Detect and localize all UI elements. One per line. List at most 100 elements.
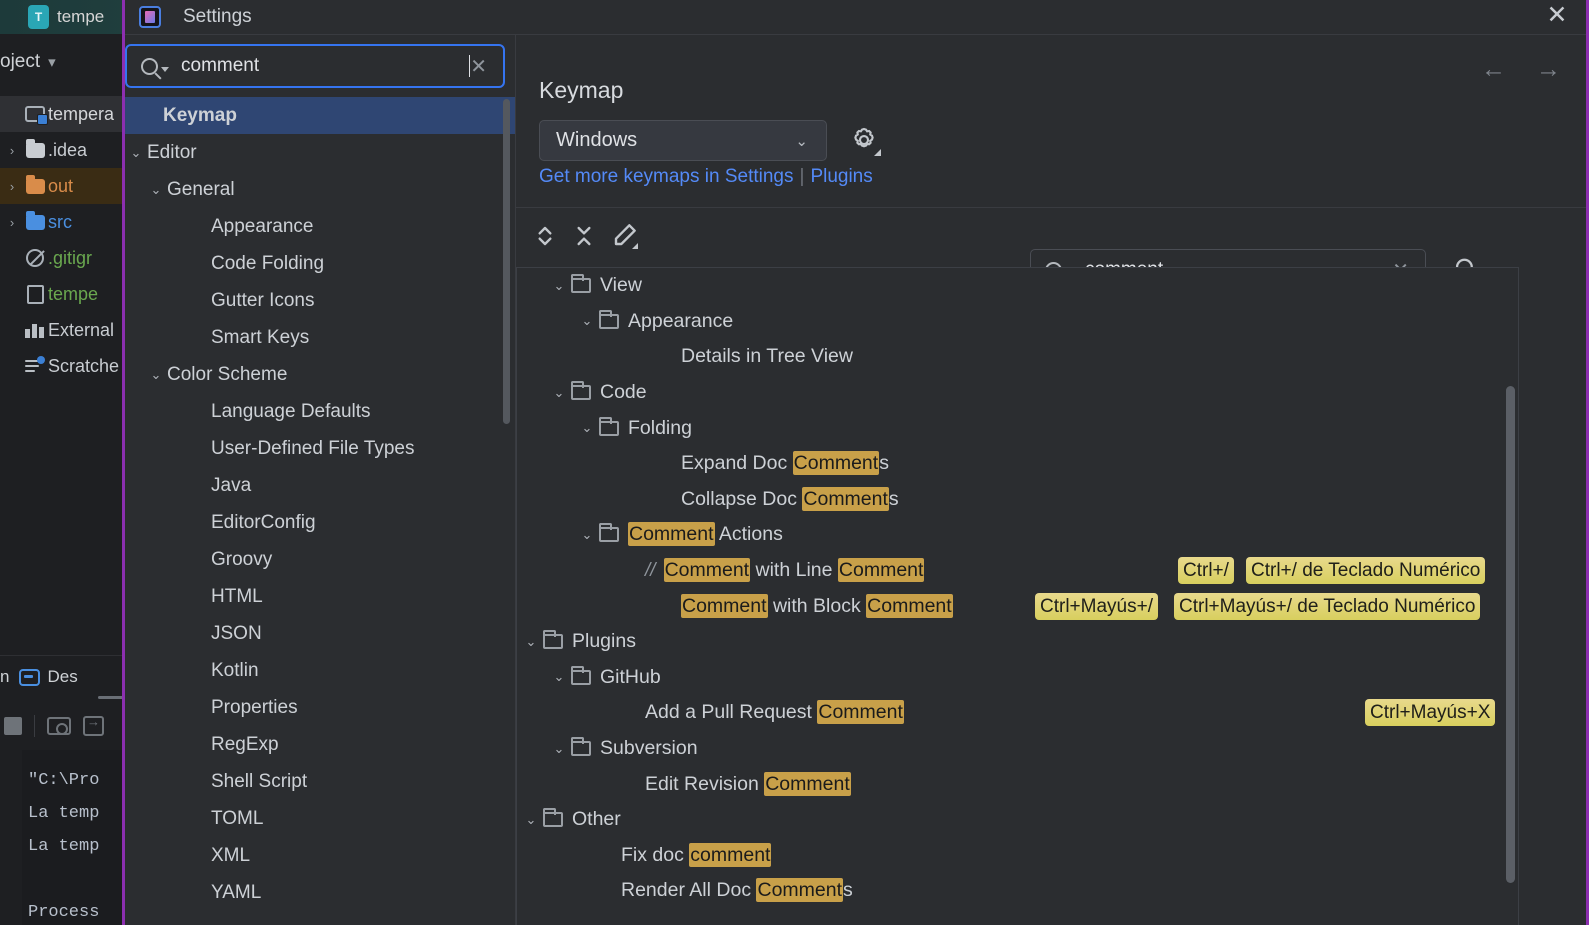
keymap-tree-row[interactable]: Add a Pull Request Comment Ctrl+Mayús+X <box>517 695 1518 731</box>
expand-arrow-icon[interactable]: ⌄ <box>125 145 147 161</box>
project-tree-item[interactable]: External <box>0 312 124 348</box>
settings-sidebar-item[interactable]: Java <box>125 467 515 504</box>
gear-icon[interactable] <box>849 125 881 156</box>
expand-arrow-icon[interactable]: ⌄ <box>575 420 599 436</box>
tool-window-tabs[interactable]: n Des <box>0 656 124 698</box>
keymap-tree-row[interactable]: ⌄ Appearance <box>517 304 1518 340</box>
keymap-tree-row[interactable]: ⌄ View <box>517 268 1518 304</box>
settings-search-box[interactable]: ✕ <box>125 44 505 88</box>
settings-sidebar-item[interactable]: XML <box>125 837 515 874</box>
export-icon[interactable] <box>83 714 104 736</box>
keymap-tree-row[interactable]: Details in Tree View <box>517 339 1518 375</box>
settings-category-tree[interactable]: Keymap ⌄ Editor ⌄ General Appearance Code Fold… <box>125 97 515 925</box>
tool-tab-debug[interactable]: Des <box>19 667 78 687</box>
search-dropdown-icon[interactable] <box>161 66 169 72</box>
expand-arrow-icon[interactable]: ⌄ <box>547 278 571 294</box>
keymap-tree-row[interactable]: // Comment with Line Comment Ctrl+/ Ctrl+/ … <box>517 553 1518 589</box>
settings-sidebar-item[interactable]: Smart Keys <box>125 319 515 356</box>
get-more-keymaps-link[interactable]: Get more keymaps in Settings <box>539 166 794 187</box>
folder-icon <box>22 174 48 194</box>
settings-sidebar-item[interactable]: ⌄ General <box>125 171 515 208</box>
module-icon <box>22 106 48 125</box>
camera-icon[interactable] <box>47 717 71 735</box>
keymap-tree-row[interactable]: Fix doc comment <box>517 838 1518 874</box>
clear-search-icon[interactable]: ✕ <box>470 54 487 79</box>
expand-arrow-icon[interactable]: ⌄ <box>575 313 599 329</box>
sidebar-scrollbar-thumb[interactable] <box>503 99 510 424</box>
settings-sidebar-item[interactable]: Shell Script <box>125 763 515 800</box>
project-tree-item[interactable]: › .idea <box>0 132 124 168</box>
settings-sidebar-item[interactable]: Groovy <box>125 541 515 578</box>
project-panel-header[interactable]: oject ▾ <box>0 38 124 86</box>
settings-sidebar-item[interactable]: HTML <box>125 578 515 615</box>
settings-sidebar-item[interactable]: RegExp <box>125 726 515 763</box>
keymap-tree-scrollbar-thumb[interactable] <box>1506 386 1515 883</box>
keymap-tree-row[interactable]: Collapse Doc Comments <box>517 482 1518 518</box>
keymap-tree-row[interactable]: Expand Doc Comments <box>517 446 1518 482</box>
search-match-highlight: Comment <box>802 486 889 511</box>
settings-sidebar-item[interactable]: Language Defaults <box>125 393 515 430</box>
expand-arrow-icon[interactable]: ⌄ <box>547 385 571 401</box>
keymap-tree-row[interactable]: ⌄ Other <box>517 802 1518 838</box>
settings-sidebar-item[interactable]: YAML <box>125 874 515 911</box>
expand-arrow-icon[interactable]: ⌄ <box>145 182 167 198</box>
console-toolbar[interactable] <box>0 702 124 750</box>
keymap-tree-row[interactable]: ⌄ Comment Actions <box>517 517 1518 553</box>
folder-icon <box>22 210 48 230</box>
project-tree-item[interactable]: tempe <box>0 276 124 312</box>
expand-arrow-icon[interactable]: ⌄ <box>519 812 543 828</box>
project-tree-item[interactable]: tempera <box>0 96 124 132</box>
expand-arrow-icon[interactable]: › <box>2 179 22 194</box>
back-arrow-icon[interactable]: ← <box>1481 55 1506 84</box>
keymap-tree-row[interactable]: Comment with Block Comment Ctrl+Mayús+/ Ct… <box>517 588 1518 624</box>
keymap-tree-row[interactable]: ⌄ GitHub <box>517 660 1518 696</box>
navigation-arrows[interactable]: ← → <box>1481 55 1561 84</box>
settings-sidebar-item[interactable]: Appearance <box>125 208 515 245</box>
project-tree-item[interactable]: Scratche <box>0 348 124 384</box>
expand-arrow-icon[interactable]: ⌄ <box>145 367 167 383</box>
keymap-row-label: Comment with Block Comment <box>681 593 953 618</box>
settings-sidebar-item[interactable]: Properties <box>125 689 515 726</box>
settings-search-input[interactable] <box>179 54 476 78</box>
settings-sidebar-item[interactable]: TOML <box>125 800 515 837</box>
project-tree[interactable]: tempera › .idea › out › src .gitigr tempe Externa… <box>0 96 124 384</box>
expand-arrow-icon[interactable]: ⌄ <box>547 741 571 757</box>
collapse-all-icon[interactable] <box>568 220 600 252</box>
forward-arrow-icon[interactable]: → <box>1536 55 1561 84</box>
keymap-tree-row[interactable]: ⌄ Subversion <box>517 731 1518 767</box>
keymap-select[interactable]: Windows ⌄ <box>539 120 827 161</box>
close-icon[interactable]: ✕ <box>1543 2 1571 30</box>
settings-sidebar-item[interactable]: Gutter Icons <box>125 282 515 319</box>
settings-sidebar-item[interactable]: Keymap <box>125 97 515 134</box>
keymap-tree-row[interactable]: Render All Doc Comments <box>517 873 1518 909</box>
settings-dialog: Settings ✕ ✕ Keymap⌄Editor⌄GeneralAppear… <box>125 0 1587 925</box>
stop-icon[interactable] <box>4 717 22 735</box>
keymap-row-label: Subversion <box>600 737 698 760</box>
keymap-actions-tree[interactable]: ⌄ View ⌄ Appearance Details in Tree View ⌄ Cod… <box>516 267 1519 925</box>
project-tree-item[interactable]: .gitigr <box>0 240 124 276</box>
settings-sidebar-item[interactable]: JSON <box>125 615 515 652</box>
editor-tab[interactable]: T tempe <box>28 0 104 34</box>
keymap-tree-row[interactable]: ⌄ Folding <box>517 410 1518 446</box>
project-tree-item[interactable]: › out <box>0 168 124 204</box>
project-tree-item[interactable]: › src <box>0 204 124 240</box>
keymap-tree-row[interactable]: Edit Revision Comment <box>517 766 1518 802</box>
expand-arrow-icon[interactable]: › <box>2 215 22 230</box>
settings-sidebar-item[interactable]: EditorConfig <box>125 504 515 541</box>
expand-arrow-icon[interactable]: ⌄ <box>575 527 599 543</box>
settings-sidebar-item[interactable]: User-Defined File Types <box>125 430 515 467</box>
project-tree-item-label: Scratche <box>48 355 120 376</box>
settings-sidebar-item[interactable]: Code Folding <box>125 245 515 282</box>
settings-sidebar-item[interactable]: ⌄ Color Scheme <box>125 356 515 393</box>
edit-shortcut-icon[interactable] <box>608 220 640 252</box>
expand-all-icon[interactable] <box>529 220 561 252</box>
settings-sidebar-item[interactable]: ⌄ Editor <box>125 134 515 171</box>
settings-sidebar-item[interactable]: Kotlin <box>125 652 515 689</box>
expand-arrow-icon[interactable]: › <box>2 143 22 158</box>
expand-arrow-icon[interactable]: ⌄ <box>519 634 543 650</box>
keymap-tree-row[interactable]: ⌄ Code <box>517 375 1518 411</box>
project-tree-item-label: src <box>48 211 72 232</box>
plugins-link[interactable]: Plugins <box>810 166 872 187</box>
expand-arrow-icon[interactable]: ⌄ <box>547 669 571 685</box>
keymap-tree-row[interactable]: ⌄ Plugins <box>517 624 1518 660</box>
